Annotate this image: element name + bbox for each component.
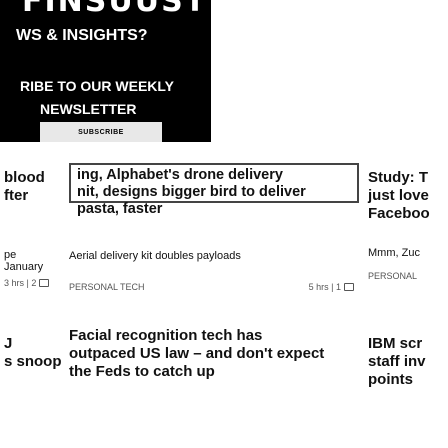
article-summary: Aerial delivery kit doubles payloads — [69, 250, 241, 262]
banner-headline: WS & INSIGHTS? — [16, 27, 148, 44]
article-age: 5 hrs | 1 — [308, 282, 341, 292]
right-article-card-1[interactable]: Study: T just love Faceboo — [368, 169, 430, 223]
left-article-card-1[interactable]: blood fter — [4, 169, 45, 205]
article-category[interactable]: PERSONAL — [368, 271, 420, 281]
middle-article-card-1[interactable]: Aerial delivery kit doubles payloads — [69, 250, 241, 262]
article-title[interactable]: J s snoop — [4, 335, 62, 371]
comment-icon[interactable] — [39, 279, 50, 287]
middle-article-meta: PERSONAL TECH 5 hrs | 1 — [69, 282, 354, 292]
article-summary: pe January — [4, 249, 44, 273]
left-article-card-2[interactable]: pe January 3 hrs | 2 — [4, 249, 50, 288]
article-title[interactable]: Study: T just love Faceboo — [368, 169, 430, 223]
article-meta: 3 hrs | 2 — [4, 278, 50, 288]
comment-icon[interactable] — [344, 283, 354, 291]
banner-subscribe-line: RIBE TO OUR WEEKLY — [20, 78, 175, 94]
article-category[interactable]: PERSONAL TECH — [69, 282, 145, 292]
left-article-card-3[interactable]: J s snoop — [4, 335, 62, 371]
article-title[interactable]: IBM scr staff inv points — [368, 335, 426, 389]
article-title[interactable]: blood fter — [4, 169, 45, 205]
banner-newsletter-line: NEWSLETTER — [40, 101, 137, 117]
subscribe-button[interactable]: SUBSCRIBE — [40, 122, 162, 142]
right-article-summary: Mmm, Zuc PERSONAL — [368, 247, 420, 281]
middle-article-card-2[interactable]: Facial recognition tech has outpaced US … — [69, 327, 324, 381]
brand-logo: FINSUUST — [22, 0, 208, 19]
newsletter-banner: FINSUUST WS & INSIGHTS? RIBE TO OUR WEEK… — [0, 0, 211, 142]
article-title-tooltip[interactable]: ing, Alphabet's drone delivery nit, desi… — [69, 163, 359, 217]
right-article-card-2[interactable]: IBM scr staff inv points — [368, 335, 426, 389]
article-title[interactable]: Facial recognition tech has outpaced US … — [69, 327, 324, 381]
